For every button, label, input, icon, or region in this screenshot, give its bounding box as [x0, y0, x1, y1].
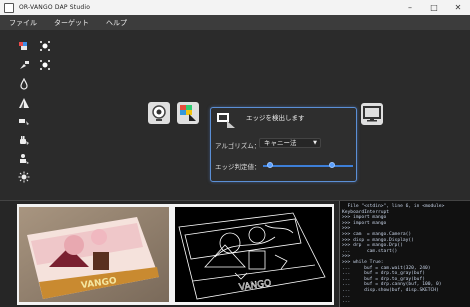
display-node[interactable]	[361, 103, 383, 125]
app-icon	[4, 2, 14, 13]
droplet-icon[interactable]	[17, 77, 31, 91]
edge-detected-image: VANGO	[175, 207, 332, 302]
image-preview-panel: VANGO VANGO	[17, 204, 334, 305]
close-button[interactable]: ✕	[446, 0, 470, 15]
scatter-icon-2[interactable]	[38, 58, 52, 72]
scatter-icon[interactable]	[38, 39, 52, 53]
menu-target[interactable]: ターゲット	[54, 18, 89, 28]
chevron-down-icon: ▼	[313, 140, 317, 146]
threshold-low-handle[interactable]	[267, 162, 274, 168]
monitor-icon	[363, 106, 381, 122]
camera-icon	[152, 105, 166, 121]
algorithm-value: キャニー法	[264, 139, 297, 147]
menu-help[interactable]: ヘルプ	[106, 18, 127, 28]
color-image-icon[interactable]	[17, 39, 31, 53]
threshold-label: エッジ判定値：	[215, 163, 261, 171]
color-convert-icon	[180, 105, 196, 121]
maximize-button[interactable]: □	[422, 0, 446, 15]
window-title: OR-VANGO DAP Studio	[19, 4, 91, 11]
edge-detect-icon	[215, 111, 239, 131]
menu-bar: ファイル ターゲット ヘルプ	[0, 15, 470, 30]
hand-icon[interactable]	[17, 133, 31, 147]
colorize-icon[interactable]	[17, 58, 31, 72]
triangle-icon[interactable]	[17, 96, 31, 110]
threshold-high-handle[interactable]	[329, 162, 336, 168]
python-console[interactable]: File "<stdin>", line 6, in <module> Keybo…	[339, 201, 470, 307]
edit-icon[interactable]	[17, 114, 31, 128]
algorithm-label: アルゴリズム：	[215, 142, 261, 150]
color-convert-node[interactable]	[177, 102, 199, 124]
threshold-range-slider[interactable]	[263, 162, 353, 168]
brightness-icon[interactable]	[17, 170, 31, 184]
camera-photo: VANGO	[19, 207, 169, 302]
title-bar: OR-VANGO DAP Studio – □ ✕	[0, 0, 470, 15]
bottom-panel: VANGO VANGO File "<stdin>", line 6, in <…	[0, 200, 470, 307]
edges-caption: VANGO	[238, 279, 272, 293]
person-icon[interactable]	[17, 152, 31, 166]
minimize-button[interactable]: –	[398, 0, 422, 15]
camera-node[interactable]	[148, 102, 170, 124]
console-line: ...	[342, 299, 351, 305]
workspace: エッジを検出します アルゴリズム： キャニー法 ▼ エッジ判定値：	[0, 30, 470, 200]
window-controls: – □ ✕	[398, 0, 470, 15]
menu-file[interactable]: ファイル	[9, 18, 37, 28]
edge-detect-dialog: エッジを検出します アルゴリズム： キャニー法 ▼ エッジ判定値：	[210, 107, 357, 182]
algorithm-select[interactable]: キャニー法 ▼	[259, 138, 321, 148]
dialog-title: エッジを検出します	[246, 114, 305, 122]
